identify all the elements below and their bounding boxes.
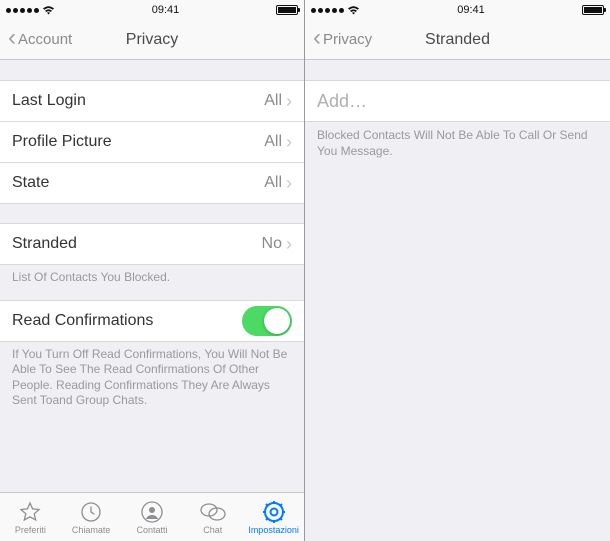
back-button[interactable]: Account	[8, 31, 72, 48]
tab-label: Preferiti	[15, 525, 46, 535]
row-state[interactable]: State All›	[0, 162, 304, 204]
status-time: 09:41	[152, 4, 180, 16]
tab-contacts[interactable]: Contatti	[122, 500, 183, 535]
back-label: Account	[18, 31, 72, 48]
chevron-right-icon: ›	[286, 173, 292, 194]
row-value: No	[262, 235, 282, 253]
tab-label: Impostazioni	[248, 525, 299, 535]
blocked-list-note: List Of Contacts You Blocked.	[0, 264, 304, 290]
clock-icon	[79, 500, 103, 524]
read-confirmations-note: If You Turn Off Read Confirmations, You …	[0, 341, 304, 413]
contact-icon	[140, 500, 164, 524]
read-confirmations-toggle[interactable]	[242, 306, 292, 336]
row-stranded[interactable]: Stranded No›	[0, 223, 304, 265]
content: Last Login All› Profile Picture All› Sta…	[0, 60, 304, 492]
row-label: Last Login	[12, 92, 86, 110]
add-contact-row[interactable]: Add…	[305, 80, 610, 122]
battery-icon	[582, 5, 604, 15]
chevron-right-icon: ›	[286, 132, 292, 153]
wifi-icon	[347, 5, 360, 15]
wifi-icon	[42, 5, 55, 15]
row-value: All	[264, 92, 282, 110]
cell-signal-icon	[311, 8, 344, 13]
back-button[interactable]: Privacy	[313, 31, 372, 48]
chevron-right-icon: ›	[286, 91, 292, 112]
battery-icon	[276, 5, 298, 15]
chat-icon	[200, 500, 226, 524]
chevron-right-icon: ›	[286, 234, 292, 255]
tab-chat[interactable]: Chat	[182, 500, 243, 535]
add-label: Add…	[317, 91, 367, 112]
row-label: Profile Picture	[12, 133, 112, 151]
back-label: Privacy	[323, 31, 372, 48]
tab-bar: Preferiti Chiamate Contatti Chat	[0, 492, 304, 541]
privacy-settings-screen: 09:41 Account Privacy Last Login All› Pr…	[0, 0, 305, 541]
status-bar: 09:41	[0, 0, 304, 20]
tab-label: Contatti	[136, 525, 167, 535]
row-value: All	[264, 133, 282, 151]
content: Add… Blocked Contacts Will Not Be Able T…	[305, 60, 610, 541]
cell-signal-icon	[6, 8, 39, 13]
nav-bar: Privacy Stranded	[305, 20, 610, 60]
tab-label: Chiamate	[72, 525, 111, 535]
row-profile-picture[interactable]: Profile Picture All›	[0, 121, 304, 163]
tab-label: Chat	[203, 525, 222, 535]
row-last-login[interactable]: Last Login All›	[0, 80, 304, 122]
tab-favorites[interactable]: Preferiti	[0, 500, 61, 535]
row-label: Read Confirmations	[12, 312, 153, 330]
tab-calls[interactable]: Chiamate	[61, 500, 122, 535]
row-label: Stranded	[12, 235, 77, 253]
star-icon	[18, 500, 42, 524]
row-label: State	[12, 174, 49, 192]
row-value: All	[264, 174, 282, 192]
stranded-screen: 09:41 Privacy Stranded Add… Blocked Cont…	[305, 0, 610, 541]
gear-icon	[262, 500, 286, 524]
tab-settings[interactable]: Impostazioni	[243, 500, 304, 535]
nav-bar: Account Privacy	[0, 20, 304, 60]
status-time: 09:41	[457, 4, 485, 16]
blocked-note: Blocked Contacts Will Not Be Able To Cal…	[305, 122, 610, 163]
row-read-confirmations: Read Confirmations	[0, 300, 304, 342]
status-bar: 09:41	[305, 0, 610, 20]
